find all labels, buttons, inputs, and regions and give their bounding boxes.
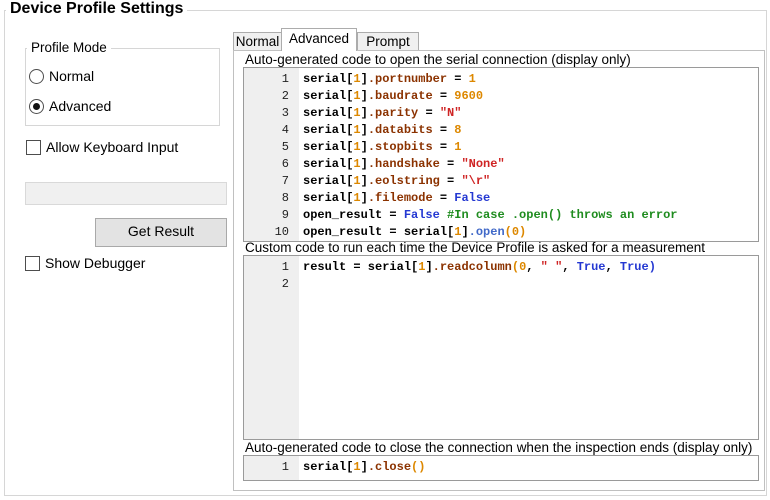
device-profile-settings-groupbox: Device Profile Settings Profile Mode Nor… [4, 10, 767, 496]
line-number: 7 [244, 173, 289, 190]
code-text: serial[1].parity = "N" [303, 105, 461, 122]
allow-keyboard-label[interactable]: Allow Keyboard Input [46, 140, 178, 155]
code-line: 1 serial[1].close() [244, 459, 758, 476]
line-number: 1 [244, 459, 289, 476]
code-line: 4 serial[1].databits = 8 [244, 122, 758, 139]
radio-normal-label[interactable]: Normal [49, 69, 94, 84]
line-number: 4 [244, 122, 289, 139]
code-line: 1 serial[1].portnumber = 1 [244, 71, 758, 88]
close-code-editor: 1 serial[1].close() [243, 455, 759, 481]
allow-keyboard-checkbox[interactable] [26, 140, 41, 155]
code-line: 5 serial[1].stopbits = 1 [244, 139, 758, 156]
tab-prompt[interactable]: Prompt [357, 32, 419, 50]
profile-mode-groupbox [25, 48, 220, 126]
code-text: serial[1].eolstring = "\r" [303, 173, 490, 190]
code-text: serial[1].filemode = False [303, 190, 490, 207]
code-text: serial[1].handshake = "None" [303, 156, 505, 173]
page-title: Device Profile Settings [6, 0, 187, 18]
line-number: 1 [244, 259, 289, 276]
code-line: 9 open_result = False #In case .open() th… [244, 207, 758, 224]
line-number: 2 [244, 276, 289, 293]
code-text: serial[1].databits = 8 [303, 122, 461, 139]
code-text: serial[1].close() [303, 459, 425, 476]
code-line: 1 result = serial[1].readcolumn(0, " ", T… [244, 259, 758, 276]
line-number: 3 [244, 105, 289, 122]
code-line: 2 serial[1].baudrate = 9600 [244, 88, 758, 105]
code-rows: 1 serial[1].portnumber = 1 2 serial[1].baud… [244, 68, 758, 241]
radio-advanced[interactable] [29, 99, 44, 114]
radio-advanced-label[interactable]: Advanced [49, 99, 111, 114]
line-number: 8 [244, 190, 289, 207]
code-rows: 1 serial[1].close() [244, 456, 758, 476]
open-code-label: Auto-generated code to open the serial c… [245, 52, 631, 67]
code-text: serial[1].stopbits = 1 [303, 139, 461, 156]
open-code-editor: 1 serial[1].portnumber = 1 2 serial[1].baud… [243, 67, 759, 242]
close-code-label: Auto-generated code to close the connect… [245, 440, 752, 455]
measurement-code-label: Custom code to run each time the Device … [245, 240, 705, 255]
show-debugger-checkbox[interactable] [25, 256, 40, 271]
line-number: 6 [244, 156, 289, 173]
code-text: serial[1].portnumber = 1 [303, 71, 476, 88]
line-number: 1 [244, 71, 289, 88]
line-number: 10 [244, 224, 289, 241]
code-text: open_result = False #In case .open() thr… [303, 207, 677, 224]
code-line: 7 serial[1].eolstring = "\r" [244, 173, 758, 190]
tab-normal[interactable]: Normal [233, 32, 282, 50]
device-profile-settings-screen: Device Profile Settings Profile Mode Nor… [0, 0, 770, 500]
code-line: 3 serial[1].parity = "N" [244, 105, 758, 122]
code-line: 6 serial[1].handshake = "None" [244, 156, 758, 173]
line-number: 9 [244, 207, 289, 224]
show-debugger-label[interactable]: Show Debugger [45, 256, 145, 271]
profile-mode-label: Profile Mode [27, 40, 111, 55]
radio-normal[interactable] [29, 69, 44, 84]
code-text: open_result = serial[1].open(0) [303, 224, 526, 241]
line-number: 2 [244, 88, 289, 105]
code-line: 8 serial[1].filemode = False [244, 190, 758, 207]
get-result-button[interactable]: Get Result [95, 218, 227, 247]
code-line: 2 [244, 276, 758, 293]
code-text: result = serial[1].readcolumn(0, " ", Tr… [303, 259, 656, 276]
code-rows: 1 result = serial[1].readcolumn(0, " ", T… [244, 256, 758, 293]
keyboard-input-field[interactable] [25, 182, 227, 205]
line-number: 5 [244, 139, 289, 156]
code-line: 10 open_result = serial[1].open(0) [244, 224, 758, 241]
tab-advanced[interactable]: Advanced [281, 28, 357, 51]
measurement-code-editor[interactable]: 1 result = serial[1].readcolumn(0, " ", T… [243, 255, 759, 440]
code-text: serial[1].baudrate = 9600 [303, 88, 483, 105]
